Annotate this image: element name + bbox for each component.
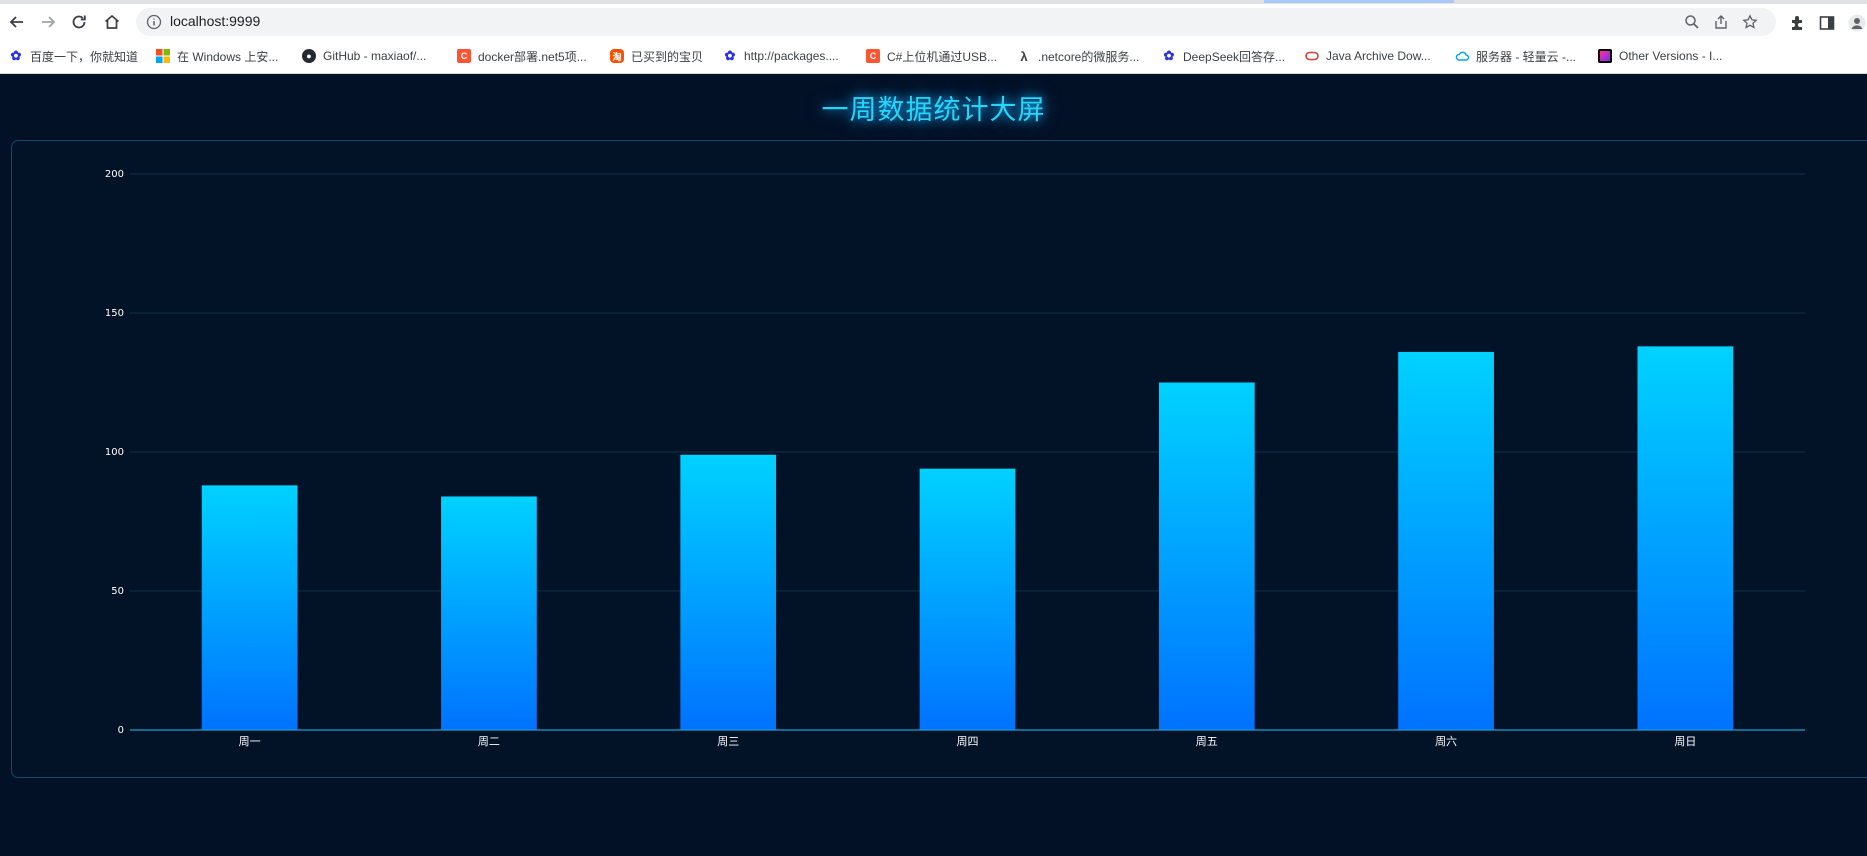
- bookmark-label: 在 Windows 上安...: [177, 49, 279, 64]
- share-icon[interactable]: [1713, 14, 1729, 30]
- bookmarks-bar: ✿ 百度一下，你就知道 在 Windows 上安... ● GitHub - m…: [0, 43, 1867, 69]
- active-tab-indicator: [1264, 0, 1454, 3]
- x-tick-label: 周六: [1435, 735, 1457, 748]
- profile-avatar-icon[interactable]: [1848, 14, 1866, 32]
- bookmark-item[interactable]: ● GitHub - maxiaof/...: [302, 46, 426, 66]
- chart-bar: [1158, 382, 1255, 730]
- y-tick-label: 200: [105, 169, 124, 180]
- home-button[interactable]: [99, 9, 125, 35]
- oracle-icon: [1305, 49, 1319, 63]
- back-arrow-icon: [9, 16, 23, 28]
- y-tick-label: 100: [105, 447, 124, 458]
- browser-chrome: localhost:9999 ✿ 百度一下，你就知道 在 Windows 上安.…: [0, 0, 1867, 74]
- bookmark-star-icon[interactable]: [1742, 14, 1758, 30]
- baidu-paw-icon: ✿: [724, 48, 736, 63]
- bookmark-label: C#上位机通过USB...: [887, 49, 998, 64]
- bookmark-label: 百度一下，你就知道: [30, 49, 139, 64]
- taobao-icon: 淘: [610, 49, 624, 63]
- bookmark-item[interactable]: ✿ DeepSeek回答存...: [1162, 46, 1286, 66]
- windows-logo-icon: [156, 49, 170, 63]
- x-tick-label: 周一: [239, 735, 261, 748]
- baidu-paw-icon: ✿: [10, 48, 22, 63]
- bookmark-label: GitHub - maxiaof/...: [323, 49, 427, 63]
- bookmark-label: DeepSeek回答存...: [1183, 49, 1286, 64]
- browser-toolbar: localhost:9999: [0, 5, 1867, 39]
- github-icon: ●: [302, 49, 316, 63]
- jetbrains-icon: [1598, 49, 1612, 63]
- bookmark-item[interactable]: C C#上位机通过USB...: [866, 46, 997, 66]
- back-button[interactable]: [4, 9, 30, 35]
- bar-chart: 0 50 100 150 200 周一 周二 周三 周四 周五 周六 周日: [105, 169, 1805, 748]
- y-tick-label: 0: [118, 725, 124, 736]
- chart-bar: [1637, 346, 1734, 730]
- chart-bar: [441, 496, 537, 730]
- home-icon: [104, 14, 120, 29]
- x-tick-label: 周二: [478, 735, 500, 748]
- bookmark-label: 服务器 - 轻量云 -...: [1476, 49, 1576, 64]
- site-info-icon[interactable]: [146, 14, 162, 30]
- csdn-icon: C: [866, 49, 880, 63]
- forward-button[interactable]: [35, 9, 61, 35]
- bookmark-item[interactable]: Java Archive Dow...: [1305, 46, 1431, 66]
- bookmark-label: 已买到的宝贝: [631, 49, 704, 64]
- chart-bar: [680, 454, 777, 730]
- reload-icon: [72, 15, 86, 29]
- x-tick-label: 周五: [1196, 735, 1218, 748]
- x-tick-label: 周日: [1674, 735, 1696, 748]
- side-panel-icon[interactable]: [1818, 14, 1836, 32]
- bookmark-label: http://packages....: [744, 49, 839, 63]
- chart-panel: 0 50 100 150 200 周一 周二 周三 周四 周五 周六 周日: [11, 140, 1867, 778]
- x-tick-label: 周四: [957, 735, 979, 748]
- baidu-paw-icon: ✿: [1163, 48, 1175, 63]
- bookmark-item[interactable]: λ .netcore的微服务...: [1017, 46, 1139, 66]
- bookmark-item[interactable]: ✿ 百度一下，你就知道: [9, 46, 138, 66]
- chart-bar: [919, 468, 1016, 730]
- chart-bar: [1398, 351, 1494, 730]
- cloud-icon: [1455, 49, 1469, 63]
- chart-bar: [201, 485, 298, 730]
- zoom-icon[interactable]: [1684, 14, 1700, 30]
- lambda-icon: λ: [1020, 48, 1028, 64]
- y-tick-label: 50: [111, 586, 124, 597]
- tab-strip: [0, 0, 1867, 4]
- csdn-icon: C: [457, 49, 471, 63]
- reload-button[interactable]: [66, 9, 92, 35]
- bookmark-item[interactable]: 淘 已买到的宝贝: [610, 46, 703, 66]
- dashboard-title: 一周数据统计大屏: [821, 95, 1046, 126]
- y-tick-label: 150: [105, 308, 124, 319]
- bookmark-label: .netcore的微服务...: [1038, 49, 1140, 64]
- bookmark-item[interactable]: Other Versions - I...: [1598, 46, 1722, 66]
- bookmark-label: Other Versions - I...: [1619, 49, 1723, 63]
- bookmark-item[interactable]: 服务器 - 轻量云 -...: [1455, 46, 1576, 66]
- url-text: localhost:9999: [170, 13, 261, 29]
- address-bar[interactable]: localhost:9999: [136, 8, 1776, 36]
- extensions-icon[interactable]: [1788, 14, 1806, 32]
- bookmark-item[interactable]: 在 Windows 上安...: [156, 46, 278, 66]
- bookmark-item[interactable]: ✿ http://packages....: [723, 46, 839, 66]
- bookmark-label: docker部署.net5项...: [478, 49, 587, 64]
- x-tick-label: 周三: [717, 735, 739, 748]
- bookmark-label: Java Archive Dow...: [1326, 49, 1431, 63]
- bookmark-item[interactable]: C docker部署.net5项...: [457, 46, 587, 66]
- forward-arrow-icon: [42, 16, 56, 28]
